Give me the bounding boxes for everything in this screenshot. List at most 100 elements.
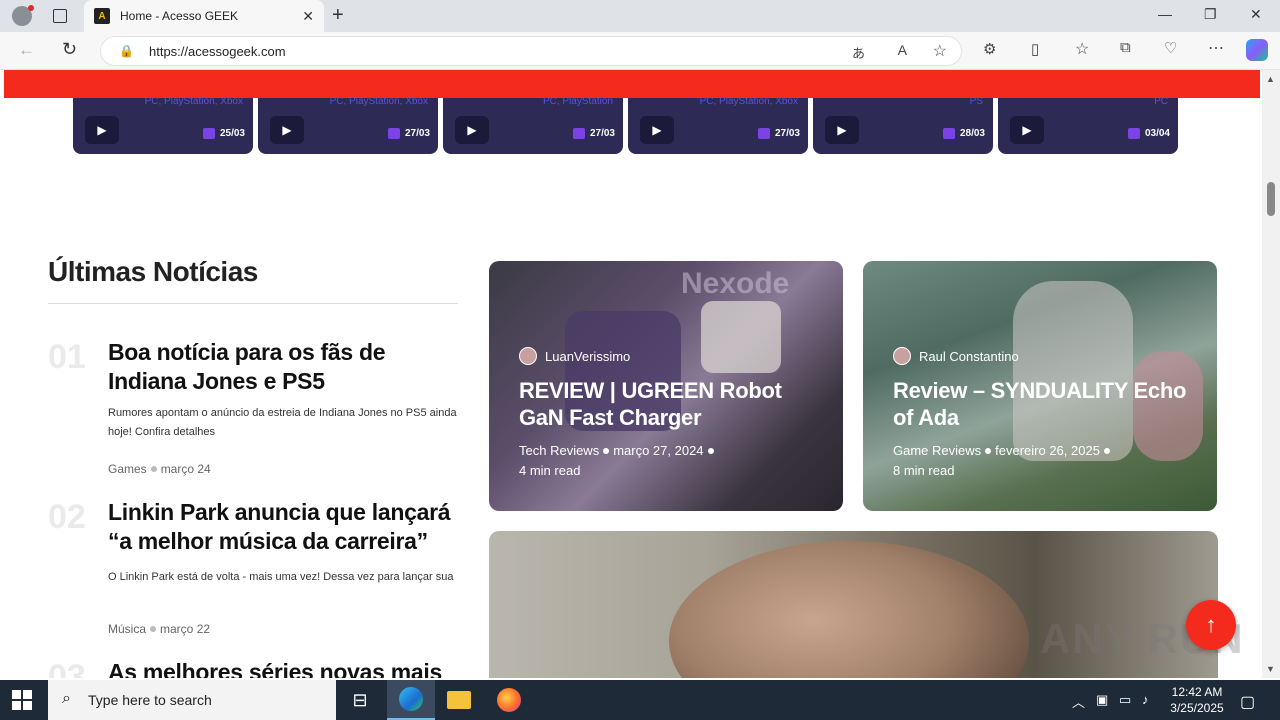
play-icon[interactable]: ▶: [825, 116, 859, 144]
platform-label: PC: [1154, 96, 1168, 107]
network-icon[interactable]: ▭: [1119, 692, 1131, 708]
news-title-link[interactable]: Linkin Park anuncia que lançará “a melho…: [108, 498, 468, 556]
play-icon[interactable]: ▶: [455, 116, 489, 144]
notification-dot-icon: [28, 5, 34, 11]
release-date: 27/03: [757, 128, 800, 139]
tray-overflow-icon[interactable]: ︿: [1072, 692, 1085, 711]
favorites-icon[interactable]: ☆: [1075, 39, 1089, 59]
device-icon[interactable]: ▣: [1096, 692, 1108, 708]
windows-start-icon[interactable]: [12, 690, 32, 710]
author-avatar: [893, 347, 911, 365]
back-icon[interactable]: ←: [18, 40, 35, 60]
scroll-up-icon[interactable]: ▲: [1266, 74, 1275, 84]
separator-dot: [985, 448, 992, 454]
split-screen-icon[interactable]: ▯: [1031, 40, 1039, 58]
news-category-link[interactable]: Música: [108, 622, 146, 636]
release-date: 27/03: [572, 128, 615, 139]
game-release-card[interactable]: PC, PlayStation, Xbox ▶ 27/03: [258, 96, 438, 154]
featured-article-meta: Game Reviews fevereiro 26, 2025 8 min rea…: [893, 441, 1203, 481]
collections-icon[interactable]: ⧉: [1120, 39, 1131, 56]
section-title: Últimas Notícias: [48, 256, 258, 287]
address-bar[interactable]: 🔒 https://acessogeek.com あ A ☆: [100, 36, 962, 66]
article-category-link[interactable]: Game Reviews: [893, 443, 981, 458]
browser-toolbar: ← ↻ 🔒 https://acessogeek.com あ A ☆ ⚙ ▯ ☆…: [0, 32, 1280, 70]
featured-article-card[interactable]: Raul Constantino Review – SYNDUALITY Ech…: [863, 261, 1217, 511]
calendar-icon: [942, 128, 955, 139]
platform-label: PC, PlayStation, Xbox: [144, 96, 243, 107]
browser-titlebar: A Home - Acesso GEEK ✕ + — ❐ ✕: [0, 0, 1280, 32]
new-tab-icon[interactable]: +: [332, 4, 344, 27]
play-icon[interactable]: ▶: [270, 116, 304, 144]
tab-actions-icon[interactable]: [53, 9, 67, 23]
news-date: março 22: [160, 622, 211, 636]
file-explorer-icon[interactable]: [435, 680, 483, 720]
game-release-card[interactable]: PC, PlayStation, Xbox ▶ 27/03: [628, 96, 808, 154]
release-date: 27/03: [387, 128, 430, 139]
featured-article-meta: Tech Reviews março 27, 2024 4 min read: [519, 441, 829, 481]
platform-label: PS: [969, 96, 983, 107]
more-menu-icon[interactable]: ⋯: [1208, 38, 1224, 58]
refresh-icon[interactable]: ↻: [62, 39, 77, 60]
scroll-down-icon[interactable]: ▼: [1266, 664, 1275, 674]
windows-taskbar: ⌕ Type here to search ⊟ ︿ ▣ ▭ ♪ 12:42 AM…: [0, 680, 1280, 720]
separator-dot: [1103, 448, 1110, 454]
author-link[interactable]: LuanVerissimo: [519, 347, 630, 365]
taskbar-clock[interactable]: 12:42 AM 3/25/2025: [1162, 684, 1232, 716]
scrollbar-thumb[interactable]: [1267, 182, 1275, 216]
read-aloud-icon[interactable]: A: [898, 42, 907, 58]
extensions-icon[interactable]: ⚙: [983, 40, 996, 58]
search-icon: ⌕: [62, 690, 71, 707]
page-scrollbar[interactable]: ▲ ▼: [1262, 70, 1280, 678]
firefox-app-icon[interactable]: [485, 680, 533, 720]
author-name: Raul Constantino: [919, 348, 1019, 364]
top-red-banner: [4, 70, 1260, 98]
play-icon[interactable]: ▶: [85, 116, 119, 144]
calendar-icon: [757, 128, 770, 139]
lock-icon[interactable]: 🔒: [119, 44, 134, 58]
release-date: 28/03: [942, 128, 985, 139]
url-text: https://acessogeek.com: [149, 43, 286, 59]
news-title-link[interactable]: Boa notícia para os fãs de Indiana Jones…: [108, 338, 468, 396]
separator-dot: [603, 448, 610, 454]
search-placeholder: Type here to search: [88, 692, 212, 708]
calendar-icon: [202, 128, 215, 139]
release-date: 03/04: [1127, 128, 1170, 139]
article-category-link[interactable]: Tech Reviews: [519, 443, 599, 458]
volume-icon[interactable]: ♪: [1142, 692, 1149, 707]
featured-article-title[interactable]: REVIEW | UGREEN Robot GaN Fast Charger: [519, 377, 819, 431]
task-view-icon[interactable]: ⊟: [336, 680, 384, 720]
news-title-link[interactable]: As melhores séries novas mais: [108, 658, 468, 678]
face-photo: [669, 541, 1029, 678]
calendar-icon: [572, 128, 585, 139]
notifications-icon[interactable]: ▢: [1240, 692, 1255, 712]
author-link[interactable]: Raul Constantino: [893, 347, 1019, 365]
close-tab-icon[interactable]: ✕: [302, 8, 314, 25]
platform-label: PC, PlayStation, Xbox: [329, 96, 428, 107]
article-read-time: 8 min read: [893, 463, 955, 478]
taskbar-search-box[interactable]: ⌕ Type here to search: [48, 680, 336, 720]
author-avatar: [519, 347, 537, 365]
copilot-icon[interactable]: [1246, 39, 1268, 61]
featured-article-title[interactable]: Review – SYNDUALITY Echo of Ada: [893, 377, 1193, 431]
game-release-card[interactable]: PC ▶ 03/04: [998, 96, 1178, 154]
game-release-card[interactable]: PC, PlayStation ▶ 27/03: [443, 96, 623, 154]
favorite-star-icon[interactable]: ☆: [933, 41, 947, 61]
edge-app-icon[interactable]: [387, 680, 435, 720]
article-image-overlay-text: Nexode: [681, 267, 790, 300]
close-window-icon[interactable]: ✕: [1250, 6, 1262, 23]
news-meta: Games março 24: [108, 462, 211, 476]
game-release-card[interactable]: PC, PlayStation, Xbox ▶ 25/03: [73, 96, 253, 154]
browser-tab-active[interactable]: A Home - Acesso GEEK ✕: [84, 0, 324, 32]
platform-label: PC, PlayStation, Xbox: [699, 96, 798, 107]
featured-article-card[interactable]: Nexode LuanVerissimo REVIEW | UGREEN Rob…: [489, 261, 843, 511]
play-icon[interactable]: ▶: [1010, 116, 1044, 144]
restore-icon[interactable]: ❐: [1204, 6, 1217, 23]
translate-icon[interactable]: あ: [852, 43, 865, 62]
news-category-link[interactable]: Games: [108, 462, 147, 476]
news-meta: Música março 22: [108, 622, 210, 636]
browser-essentials-icon[interactable]: ♡: [1164, 39, 1177, 57]
game-release-card[interactable]: PS ▶ 28/03: [813, 96, 993, 154]
minimize-icon[interactable]: —: [1158, 6, 1172, 22]
scroll-to-top-button[interactable]: ↑: [1186, 600, 1236, 650]
play-icon[interactable]: ▶: [640, 116, 674, 144]
